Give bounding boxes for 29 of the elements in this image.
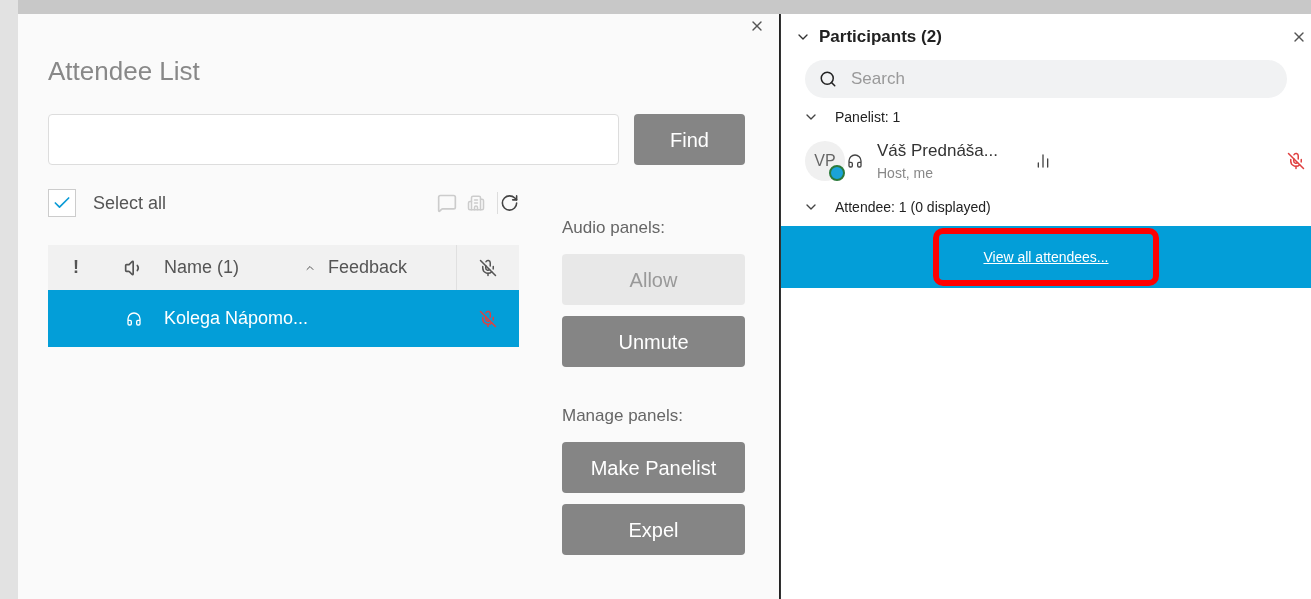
mic-off-icon[interactable] xyxy=(1287,152,1305,170)
headset-icon xyxy=(126,310,142,327)
select-all-label: Select all xyxy=(93,191,167,215)
panel-button[interactable]: Make Panelist xyxy=(562,442,745,493)
section-label: Manage panels: xyxy=(562,405,684,427)
participant-role: Host, me xyxy=(877,164,934,184)
panel-title: Participants (2) xyxy=(819,26,942,49)
panel-button[interactable]: Expel xyxy=(562,504,745,555)
attendee-row[interactable]: Kolega Nápomo... xyxy=(48,290,519,347)
section-label: Audio panels: xyxy=(562,217,667,239)
find-button[interactable]: Find xyxy=(634,114,745,165)
signal-icon xyxy=(1035,153,1051,169)
dialog-title: Attendee List xyxy=(48,58,201,84)
refresh-icon[interactable] xyxy=(497,192,519,214)
column-header[interactable]: Name (1) xyxy=(164,257,239,277)
column-header[interactable]: Feedback xyxy=(328,254,408,281)
column-header[interactable]: ! xyxy=(73,257,79,277)
group-label[interactable]: Panelist: 1 xyxy=(835,106,901,128)
select-all-checkbox[interactable] xyxy=(48,189,76,217)
panel-button[interactable]: Unmute xyxy=(562,316,745,367)
search-field[interactable]: Search xyxy=(805,60,1287,98)
view-all-link[interactable]: View all attendees... xyxy=(933,228,1159,286)
search-icon xyxy=(819,70,837,88)
mic-off-icon[interactable] xyxy=(479,258,497,277)
group-label[interactable]: Attendee: 1 (0 displayed) xyxy=(835,196,991,218)
attendee-name: Kolega Nápomo... xyxy=(164,307,310,330)
search-field[interactable] xyxy=(48,114,619,165)
headset-icon xyxy=(847,153,863,169)
participant-name: Váš Prednáša... xyxy=(877,139,999,162)
